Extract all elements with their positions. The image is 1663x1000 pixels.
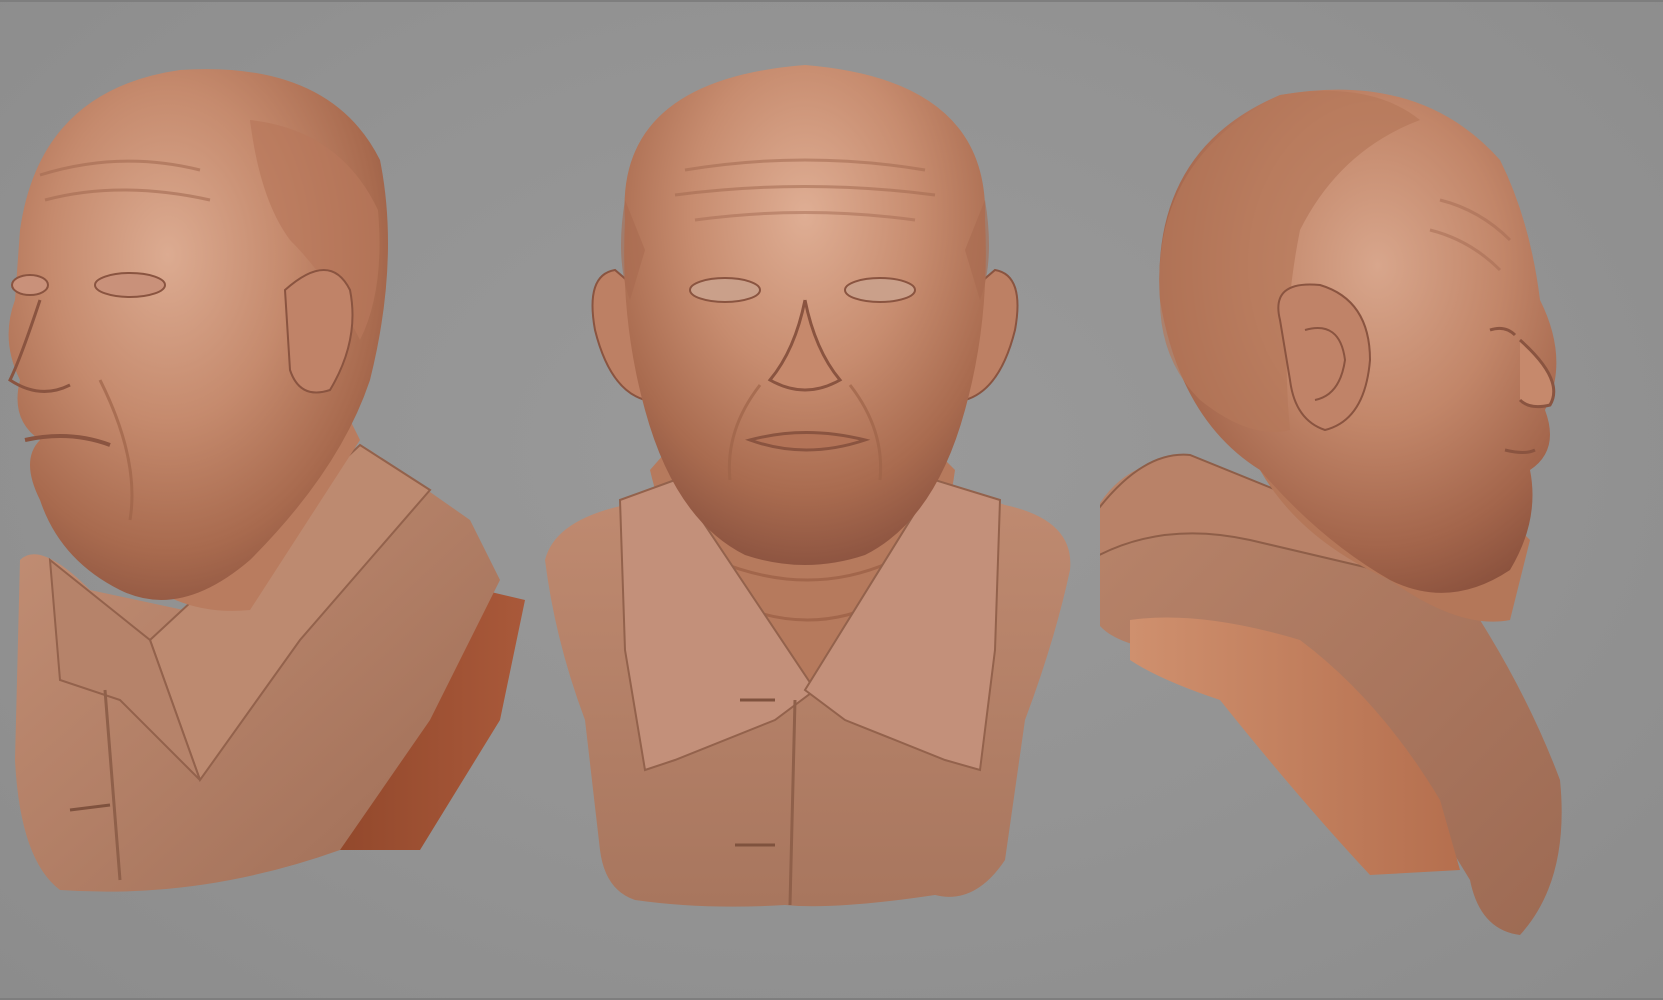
bust-three-quarter-left-shape: [8, 69, 525, 892]
eye-right: [844, 277, 916, 303]
bust-right-profile-back-shape: [1100, 89, 1562, 935]
render-viewport: [0, 0, 1663, 1000]
bust-right-profile-back: [1100, 0, 1660, 1000]
bust-front: [535, 0, 1095, 1000]
eye-left: [11, 274, 49, 296]
bust-front-shape: [545, 65, 1071, 907]
bust-three-quarter-left: [0, 0, 560, 1000]
eye-left: [689, 277, 761, 303]
eye-right: [94, 272, 166, 298]
